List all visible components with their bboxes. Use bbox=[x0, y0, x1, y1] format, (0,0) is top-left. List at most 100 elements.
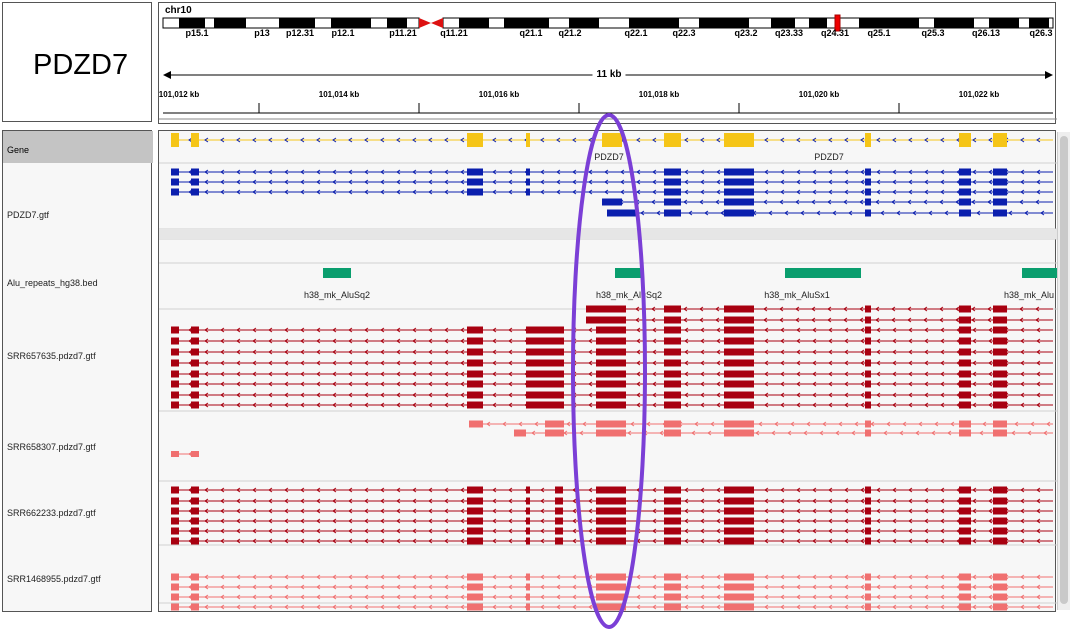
position-label: 101,018 kb bbox=[638, 90, 680, 99]
gtf-exon bbox=[724, 168, 754, 176]
gene-exon bbox=[171, 133, 179, 147]
srr2-exon bbox=[724, 429, 754, 437]
band-label: q23.2 bbox=[734, 28, 758, 38]
srr2-exon bbox=[865, 420, 871, 428]
srr1-exon bbox=[526, 348, 564, 356]
srr1-exon bbox=[959, 305, 971, 313]
srr1-exon bbox=[664, 401, 681, 409]
srr3-exon bbox=[171, 507, 179, 515]
srr3-exon bbox=[526, 507, 530, 515]
srr1-exon bbox=[993, 305, 1007, 313]
srr3-exon bbox=[555, 497, 563, 505]
srr1-exon bbox=[467, 370, 483, 378]
srr3-exon bbox=[171, 486, 179, 494]
gtf-exon bbox=[724, 198, 754, 206]
srr2-exon bbox=[171, 451, 179, 457]
gtf-exon bbox=[959, 188, 971, 196]
srr1-exon bbox=[993, 359, 1007, 367]
srr1-exon bbox=[993, 326, 1007, 334]
srr3-exon bbox=[959, 537, 971, 545]
srr1-exon bbox=[724, 391, 754, 399]
gtf-exon bbox=[664, 178, 681, 186]
srr3-exon bbox=[664, 486, 681, 494]
srr3-exon bbox=[555, 517, 563, 525]
band-label: p13 bbox=[254, 28, 270, 38]
srr1-exon bbox=[664, 391, 681, 399]
srr3-exon bbox=[724, 527, 754, 535]
gtf-exon bbox=[191, 188, 199, 196]
gtf-exon bbox=[993, 168, 1007, 176]
srr3-exon bbox=[191, 527, 199, 535]
gtf-exon bbox=[724, 209, 754, 217]
centromere-left bbox=[419, 18, 431, 28]
srr3-exon bbox=[959, 507, 971, 515]
band-label: q21.2 bbox=[558, 28, 582, 38]
gtf-exon bbox=[993, 188, 1007, 196]
srr2-exon bbox=[664, 429, 681, 437]
srr1-exon bbox=[664, 316, 681, 324]
track-name-srr657635[interactable]: SRR657635.pdzd7.gtf bbox=[7, 351, 96, 361]
srr4-exon bbox=[191, 603, 199, 611]
track-name-srr662233[interactable]: SRR662233.pdzd7.gtf bbox=[7, 508, 96, 518]
srr3-exon bbox=[467, 486, 483, 494]
srr1-exon bbox=[596, 401, 626, 409]
srr3-exon bbox=[865, 497, 871, 505]
srr4-exon bbox=[664, 573, 681, 581]
srr2-exon bbox=[959, 429, 971, 437]
srr3-exon bbox=[993, 527, 1007, 535]
srr1-exon bbox=[526, 359, 564, 367]
gtf-exon bbox=[664, 168, 681, 176]
srr1-exon bbox=[596, 337, 626, 345]
tracks-panel[interactable]: PDZD7 PDZD7 h38_mk_AluSq2 h38_mk_AluSq2 … bbox=[158, 130, 1057, 613]
track-name-alu[interactable]: Alu_repeats_hg38.bed bbox=[7, 278, 98, 288]
srr3-exon bbox=[171, 537, 179, 545]
srr2-exon bbox=[545, 429, 564, 437]
vertical-scrollbar[interactable] bbox=[1057, 132, 1070, 610]
srr1-exon bbox=[724, 380, 754, 388]
srr4-exon bbox=[993, 593, 1007, 601]
track-name-srr658307[interactable]: SRR658307.pdzd7.gtf bbox=[7, 442, 96, 452]
gene-exon bbox=[865, 133, 871, 147]
track-name-gtf[interactable]: PDZD7.gtf bbox=[7, 210, 49, 220]
srr3-exon bbox=[467, 497, 483, 505]
srr3-exon bbox=[526, 527, 530, 535]
band-label: q21.1 bbox=[519, 28, 543, 38]
srr4-exon bbox=[467, 573, 483, 581]
srr2-exon bbox=[596, 420, 626, 428]
srr2-exon bbox=[191, 451, 199, 457]
srr3-exon bbox=[526, 486, 530, 494]
srr1-exon bbox=[993, 316, 1007, 324]
band-label: q25.3 bbox=[921, 28, 945, 38]
srr3-exon bbox=[724, 537, 754, 545]
srr1-exon bbox=[526, 370, 564, 378]
srr4-exon bbox=[724, 583, 754, 591]
srr1-exon bbox=[664, 326, 681, 334]
alu-feature-label: h38_mk_AluSq2 bbox=[595, 290, 663, 300]
srr2-exon bbox=[469, 420, 483, 428]
srr1-exon bbox=[865, 348, 871, 356]
srr1-exon bbox=[993, 391, 1007, 399]
tracks-canvas[interactable] bbox=[159, 131, 1057, 613]
srr4-exon bbox=[596, 593, 626, 601]
srr1-exon bbox=[526, 326, 564, 334]
srr1-exon bbox=[586, 316, 626, 324]
srr1-exon bbox=[993, 348, 1007, 356]
srr1-exon bbox=[191, 391, 199, 399]
srr4-exon bbox=[526, 603, 530, 611]
gene-exon bbox=[526, 133, 530, 147]
srr1-exon bbox=[959, 316, 971, 324]
scrollbar-thumb[interactable] bbox=[1060, 136, 1068, 604]
srr4-exon bbox=[724, 603, 754, 611]
srr1-exon bbox=[191, 337, 199, 345]
track-name-gene[interactable]: Gene bbox=[3, 131, 153, 163]
band-label: p15.1 bbox=[185, 28, 209, 38]
track-name-srr1468955[interactable]: SRR1468955.pdzd7.gtf bbox=[7, 574, 101, 584]
srr1-exon bbox=[191, 370, 199, 378]
band-label: q22.3 bbox=[672, 28, 696, 38]
srr4-exon bbox=[865, 583, 871, 591]
band-label: q24.31 bbox=[820, 28, 850, 38]
band-label: p12.31 bbox=[285, 28, 315, 38]
ideogram-and-ruler[interactable] bbox=[159, 3, 1057, 125]
srr1-exon bbox=[724, 326, 754, 334]
gtf-exon bbox=[171, 168, 179, 176]
